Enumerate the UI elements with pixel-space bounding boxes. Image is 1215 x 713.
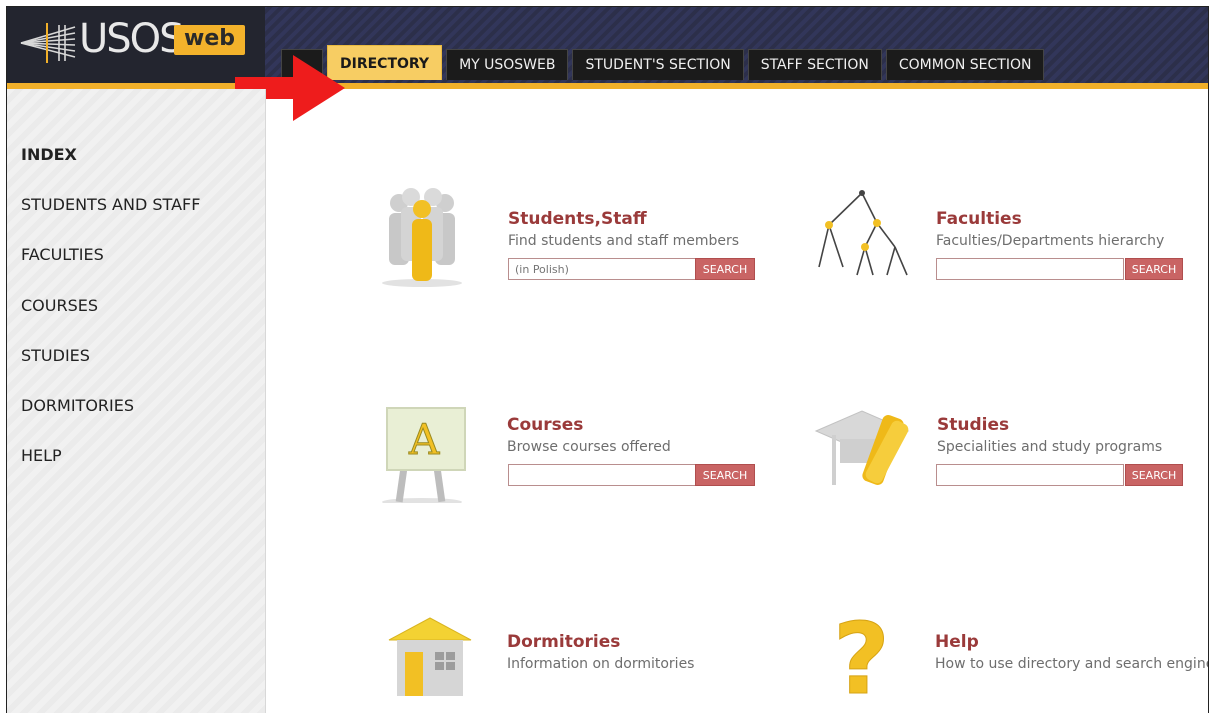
people-group-icon[interactable] <box>377 187 467 287</box>
sidebar: INDEX STUDENTS AND STAFF FACULTIES COURS… <box>7 89 266 713</box>
easel-letter-a-icon[interactable]: A <box>377 393 467 503</box>
students-staff-section: Students,Staff Find students and staff m… <box>377 187 757 297</box>
main-tabs: DIRECTORY MY USOSWEB STUDENT'S SECTION S… <box>281 45 1045 83</box>
faculties-section: Faculties Faculties/Departments hierarch… <box>807 187 1207 297</box>
sidebar-item-students-and-staff[interactable]: STUDENTS AND STAFF <box>21 195 200 214</box>
studies-search-button[interactable]: SEARCH <box>1125 464 1183 486</box>
house-icon[interactable] <box>385 612 475 702</box>
dormitories-desc: Information on dormitories <box>507 656 695 672</box>
sidebar-item-index[interactable]: INDEX <box>21 145 77 164</box>
faculties-search-input[interactable] <box>936 258 1124 280</box>
usosweb-logo[interactable]: USOS web <box>19 16 245 65</box>
faculties-title[interactable]: Faculties <box>936 209 1022 229</box>
help-desc: How to use directory and search engines <box>935 656 1209 672</box>
studies-section: Studies Specialities and study programs … <box>812 393 1208 503</box>
courses-desc: Browse courses offered <box>507 439 671 455</box>
sidebar-item-studies[interactable]: STUDIES <box>21 346 90 365</box>
logo-web-badge: web <box>174 25 245 55</box>
sidebar-item-help[interactable]: HELP <box>21 446 62 465</box>
browser-frame: USOS web DIRECTORY MY USOSWEB STUDENT'S … <box>6 6 1209 713</box>
students-staff-desc: Find students and staff members <box>508 233 740 249</box>
faculties-desc: Faculties/Departments hierarchy <box>936 233 1165 249</box>
students-staff-title[interactable]: Students,Staff <box>508 209 647 229</box>
studies-search-input[interactable] <box>936 464 1124 486</box>
studies-desc: Specialities and study programs <box>937 439 1163 455</box>
sidebar-item-faculties[interactable]: FACULTIES <box>21 245 104 264</box>
dormitories-section: Dormitories Information on dormitories <box>385 612 765 712</box>
help-title[interactable]: Help <box>935 632 979 652</box>
hierarchy-tree-icon[interactable] <box>807 187 917 287</box>
courses-section: A Courses Browse courses offered SEARCH <box>377 393 757 503</box>
graduation-cap-diploma-icon[interactable] <box>812 393 922 497</box>
courses-title[interactable]: Courses <box>507 415 583 435</box>
tab-students-section[interactable]: STUDENT'S SECTION <box>572 49 744 80</box>
sidebar-item-dormitories[interactable]: DORMITORIES <box>21 396 134 415</box>
tab-staff-section[interactable]: STAFF SECTION <box>747 49 882 80</box>
logo-usos-text: USOS <box>79 16 185 62</box>
courses-search-input[interactable] <box>508 464 696 486</box>
dormitories-title[interactable]: Dormitories <box>507 632 620 652</box>
courses-search-button[interactable]: SEARCH <box>695 464 755 486</box>
help-section: ? Help How to use directory and search e… <box>827 603 1209 713</box>
logo-lines-icon <box>20 23 76 63</box>
tab-my-usosweb[interactable]: MY USOSWEB <box>446 49 569 80</box>
question-mark-icon[interactable]: ? <box>827 603 907 703</box>
svg-text:?: ? <box>833 603 890 703</box>
faculties-search-button[interactable]: SEARCH <box>1125 258 1183 280</box>
sidebar-item-courses[interactable]: COURSES <box>21 296 98 315</box>
svg-text:A: A <box>408 415 440 464</box>
students-staff-search-button[interactable]: SEARCH <box>695 258 755 280</box>
tab-common-section[interactable]: COMMON SECTION <box>885 49 1045 80</box>
logo-area: USOS web <box>7 7 265 83</box>
studies-title[interactable]: Studies <box>937 415 1009 435</box>
students-staff-search-input[interactable] <box>508 258 696 280</box>
